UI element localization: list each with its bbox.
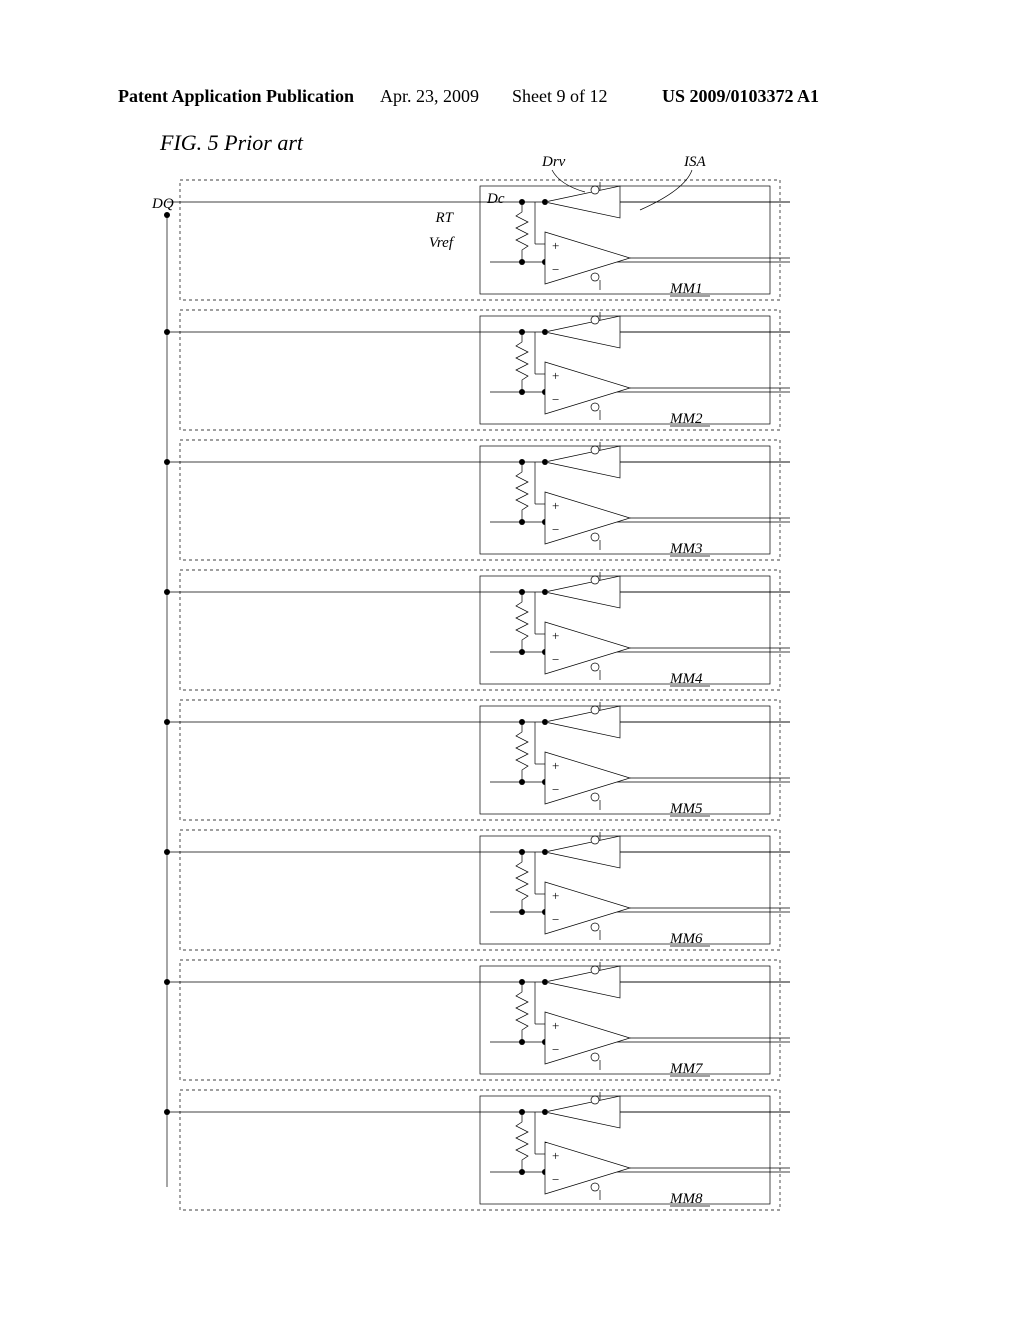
patent-number: US 2009/0103372 A1: [662, 86, 819, 107]
page: Patent Application Publication Apr. 23, …: [0, 0, 1024, 1320]
label-vref: Vref: [429, 235, 455, 251]
label-mm8: MM8: [669, 1191, 703, 1207]
label-mm4: MM4: [669, 671, 703, 687]
label-drv: Drv: [541, 154, 566, 170]
sheet-label: Sheet 9 of 12: [512, 86, 607, 107]
label-mm5: MM5: [669, 801, 703, 817]
figure-5: FIG. 5 Prior art Drv ISA DQ: [100, 130, 920, 1290]
label-mm6: MM6: [669, 931, 703, 947]
label-mm1: MM1: [669, 281, 703, 297]
label-mm2: MM2: [669, 411, 703, 427]
module-mm1: Dc RT Vref MM1: [167, 180, 790, 300]
module-mm8: MM8: [167, 1090, 790, 1210]
label-dc: Dc: [486, 191, 505, 207]
module-mm6: MM6: [167, 830, 790, 950]
label-isa: ISA: [683, 154, 706, 170]
label-mm3: MM3: [669, 541, 703, 557]
module-mm4: MM4: [167, 570, 790, 690]
label-dq: DQ: [151, 196, 174, 212]
figure-label: FIG. 5 Prior art: [159, 130, 304, 155]
date-label: Apr. 23, 2009: [380, 86, 479, 107]
label-mm7: MM7: [669, 1061, 704, 1077]
module-mm3: MM3: [167, 440, 790, 560]
module-mm7: MM7: [167, 960, 790, 1080]
publication-label: Patent Application Publication: [118, 86, 354, 107]
module-mm2: MM2: [167, 310, 790, 430]
module-mm5: MM5: [167, 700, 790, 820]
label-rt: RT: [434, 210, 454, 226]
